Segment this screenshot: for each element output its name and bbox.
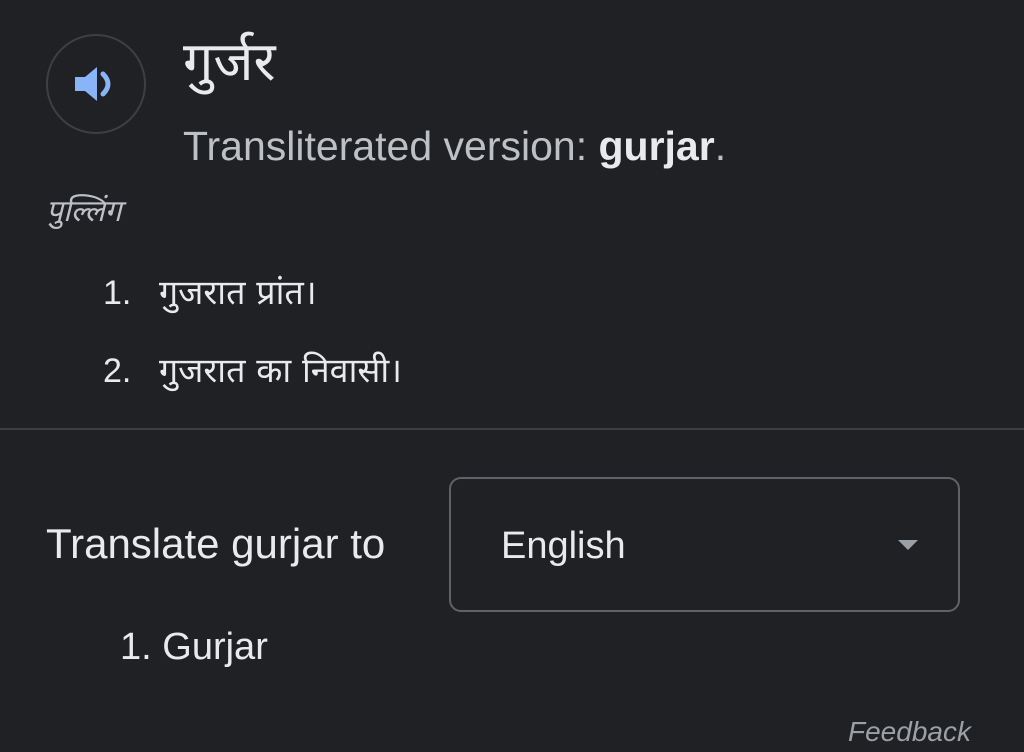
language-select[interactable]: English <box>449 477 960 612</box>
translation-result: 1. Gurjar <box>120 620 268 674</box>
translation-text: Gurjar <box>162 626 268 668</box>
dropdown-arrow-icon <box>898 540 918 550</box>
definition-number: 2. <box>103 352 132 390</box>
translate-label: Translate gurjar to <box>46 520 386 567</box>
definition-item: 2. गुजरात का निवासी। <box>103 346 402 396</box>
part-of-speech: पुल्लिंग <box>46 194 122 229</box>
pronunciation-button[interactable] <box>46 34 146 134</box>
volume-icon <box>75 67 111 101</box>
definition-text: गुजरात का निवासी। <box>159 351 403 391</box>
feedback-link[interactable]: Feedback <box>848 712 971 752</box>
transliteration-suffix: . <box>714 123 727 169</box>
divider <box>0 428 1024 430</box>
transliteration-prefix: Transliterated version: <box>183 123 599 169</box>
definition-number: 1. <box>103 274 132 312</box>
transliteration-value: gurjar <box>598 123 715 169</box>
transliteration: Transliterated version: gurjar. <box>183 118 726 174</box>
selected-language: English <box>501 525 626 567</box>
headword: गुर्जर <box>183 30 276 93</box>
definition-text: गुजरात प्रांत। <box>159 273 317 313</box>
translation-number: 1. <box>120 626 152 668</box>
definition-item: 1. गुजरात प्रांत। <box>103 268 317 318</box>
